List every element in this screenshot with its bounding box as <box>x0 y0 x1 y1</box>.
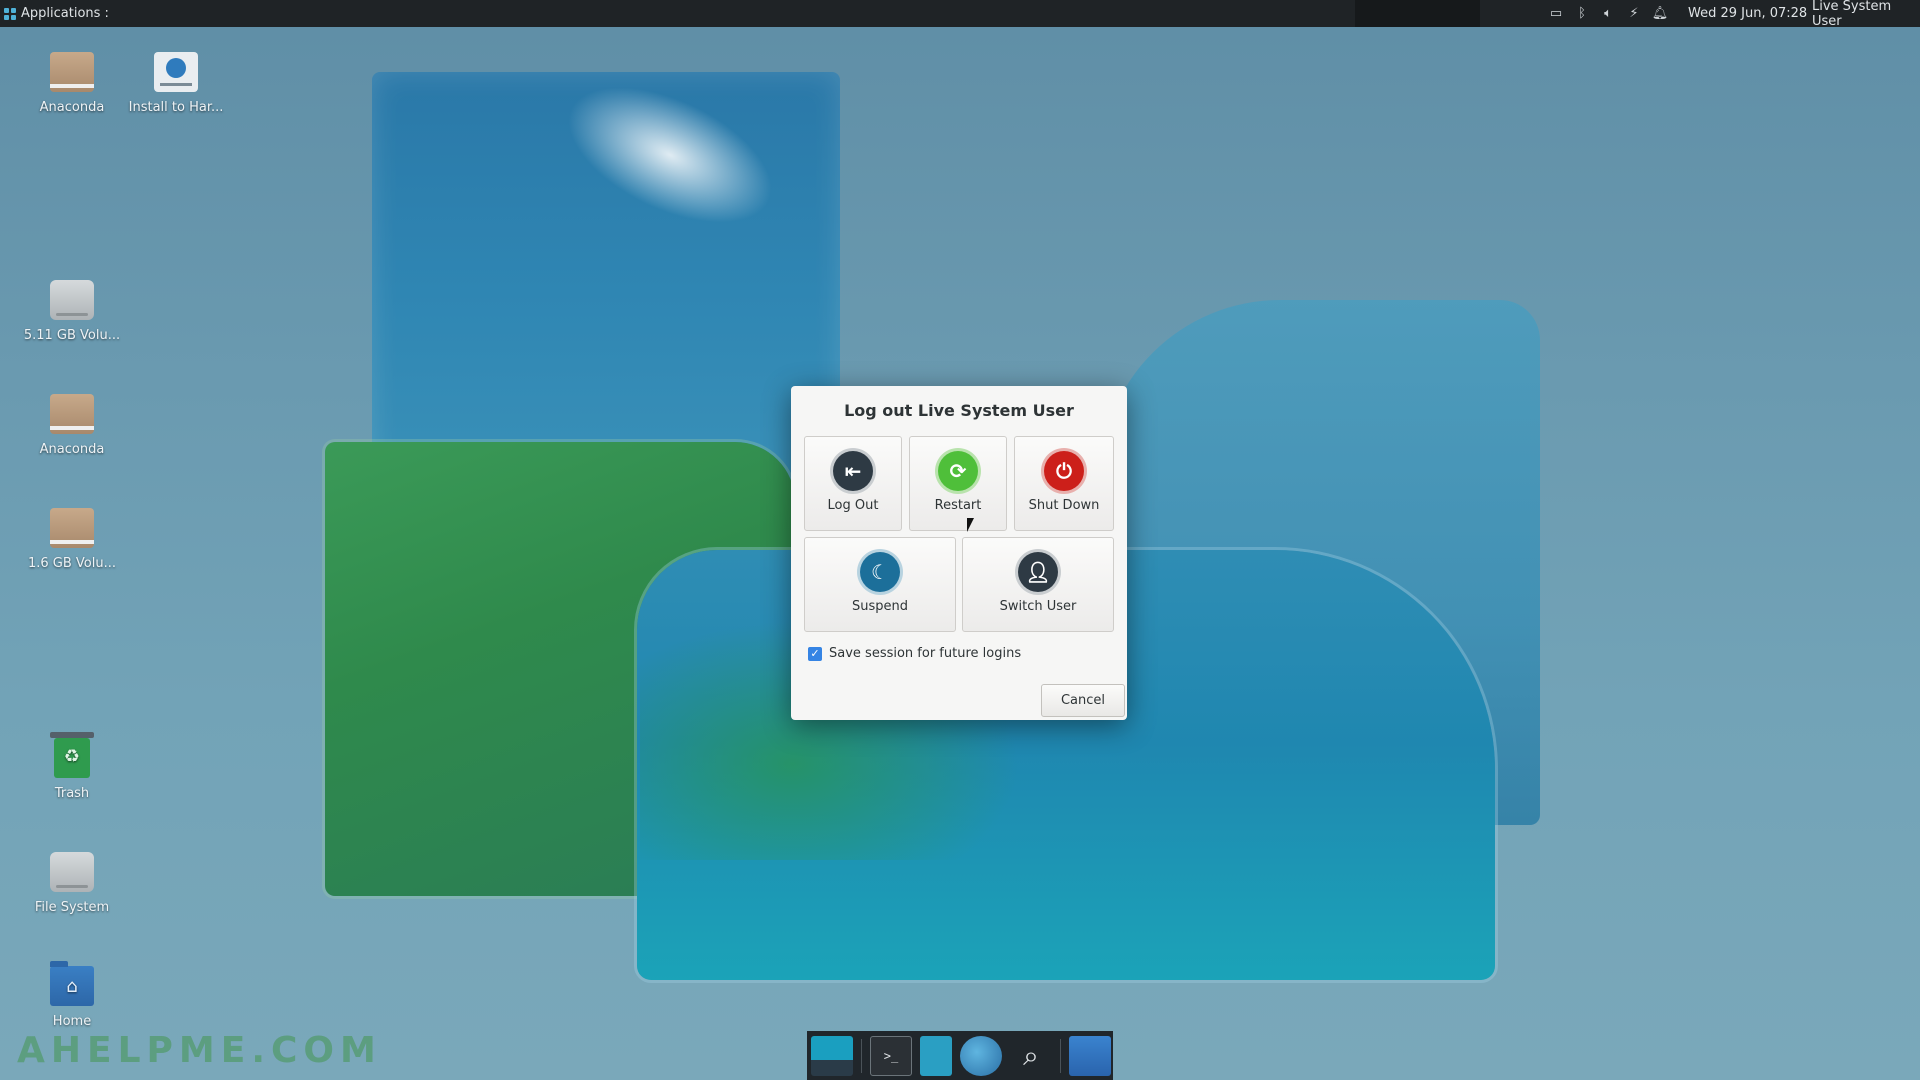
power-off-icon: ⏻ <box>1044 451 1084 491</box>
mouse-cursor-icon <box>967 518 974 532</box>
desktop-icon-label: Anaconda <box>39 442 105 457</box>
dock: >_ ⌕ <box>807 1031 1113 1080</box>
desktop-icon-volume-16[interactable]: 1.6 GB Volu... <box>17 508 127 571</box>
desktop-icon-label: File System <box>34 900 110 915</box>
desktop-icon-label: 5.11 GB Volu... <box>23 328 121 343</box>
restart-icon: ⟳ <box>938 451 978 491</box>
disk-icon <box>50 852 94 892</box>
switch-user-icon: 👤︎ <box>1018 552 1058 592</box>
home-folder-icon <box>50 961 94 1006</box>
logout-dialog: Log out Live System User ⇤ Log Out ⟳ Res… <box>791 386 1127 720</box>
applications-menu[interactable]: Applications : <box>4 0 109 27</box>
drive-icon <box>50 394 94 434</box>
dock-separator <box>861 1038 862 1073</box>
terminal-icon[interactable]: >_ <box>870 1035 912 1076</box>
desktop-icon-label: Anaconda <box>39 100 105 115</box>
restart-label: Restart <box>934 498 982 513</box>
disk-icon <box>50 280 94 320</box>
log-out-button[interactable]: ⇤ Log Out <box>804 436 902 531</box>
wallpaper-shape <box>325 442 795 896</box>
wallpaper-shape <box>1100 300 1540 825</box>
web-browser-icon[interactable] <box>960 1035 1002 1076</box>
desktop-icon-install[interactable]: Install to Har... <box>121 52 231 115</box>
window-buttons-area <box>1355 0 1480 27</box>
show-desktop-icon[interactable] <box>811 1035 853 1076</box>
switch-user-label: Switch User <box>999 599 1077 614</box>
wallpaper-shape <box>372 72 840 512</box>
watermark: AHELPME.COM <box>17 1030 382 1071</box>
desktop-icon-label: Trash <box>54 786 90 801</box>
drive-icon <box>50 52 94 92</box>
dock-separator <box>1060 1038 1061 1073</box>
top-panel: Applications : ▭ ᛒ 🔈︎ ⚡︎ 🔔︎ Wed 29 Jun, … <box>0 0 1920 29</box>
desktop-icon-label: 1.6 GB Volu... <box>27 556 117 571</box>
restart-button[interactable]: ⟳ Restart <box>909 436 1007 531</box>
dialog-title: Log out Live System User <box>844 401 1074 420</box>
display-icon[interactable]: ▭ <box>1548 6 1564 22</box>
desktop-icon-file-system[interactable]: File System <box>17 852 127 915</box>
drive-icon <box>50 508 94 548</box>
desktop-icon-anaconda[interactable]: Anaconda <box>17 52 127 115</box>
applications-label: Applications : <box>21 6 109 21</box>
suspend-button[interactable]: ☾ Suspend <box>804 537 956 632</box>
volume-icon[interactable]: 🔈︎ <box>1600 6 1616 22</box>
save-session-checkbox[interactable]: ✓ <box>808 646 822 661</box>
trash-icon <box>50 732 94 778</box>
folder-icon[interactable] <box>1069 1035 1111 1076</box>
desktop-icon-home[interactable]: Home <box>17 961 127 1029</box>
desktop-icon-label: Install to Har... <box>128 100 224 115</box>
save-session-label: Save session for future logins <box>829 646 1022 661</box>
shut-down-label: Shut Down <box>1028 498 1100 513</box>
desktop-icon-volume-511[interactable]: 5.11 GB Volu... <box>17 280 127 343</box>
desktop-icon-trash[interactable]: Trash <box>17 732 127 801</box>
moon-sleep-icon: ☾ <box>860 552 900 592</box>
save-session-option[interactable]: ✓ Save session for future logins <box>808 646 1021 661</box>
desktop-icon-label: Home <box>52 1014 92 1029</box>
system-tray: ▭ ᛒ 🔈︎ ⚡︎ 🔔︎ <box>1548 0 1668 27</box>
switch-user-button[interactable]: 👤︎ Switch User <box>962 537 1114 632</box>
bell-icon[interactable]: 🔔︎ <box>1652 6 1669 22</box>
bluetooth-icon[interactable]: ᛒ <box>1574 6 1590 22</box>
clock[interactable]: Wed 29 Jun, 07:28 <box>1688 0 1807 27</box>
log-out-icon: ⇤ <box>833 451 873 491</box>
suspend-label: Suspend <box>851 599 908 614</box>
file-manager-icon[interactable] <box>920 1035 952 1076</box>
cancel-button[interactable]: Cancel <box>1041 684 1125 717</box>
wallpaper-cloud <box>547 58 793 252</box>
desktop-icon-anaconda-2[interactable]: Anaconda <box>17 394 127 457</box>
power-icon[interactable]: ⚡︎ <box>1626 6 1642 22</box>
shut-down-button[interactable]: ⏻ Shut Down <box>1014 436 1114 531</box>
user-menu[interactable]: Live System User <box>1812 0 1920 29</box>
installer-icon <box>154 52 198 92</box>
applications-icon <box>4 7 16 20</box>
app-finder-icon[interactable]: ⌕ <box>1010 1036 1052 1076</box>
log-out-label: Log Out <box>827 498 879 513</box>
